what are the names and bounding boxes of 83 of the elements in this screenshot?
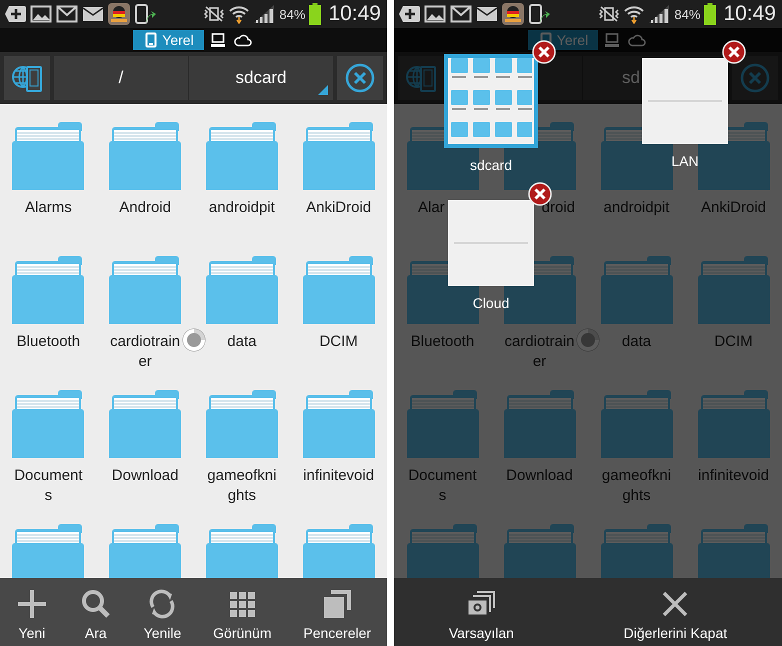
toolbar-button[interactable]: Pencereler: [301, 578, 374, 646]
clock-time: 10:49: [328, 2, 381, 26]
envelope-icon: [476, 6, 498, 22]
folder-name: Android: [118, 198, 172, 218]
folder-name: data: [620, 332, 652, 352]
window-label: sdcard: [470, 157, 512, 173]
folder-name: cardiotrainer: [109, 332, 182, 372]
plus-notification-icon: [4, 4, 26, 24]
flag-app-icon: [108, 3, 130, 25]
search-icon: [80, 588, 112, 620]
storage-button[interactable]: [4, 56, 50, 100]
vibrate-mute-icon: [203, 5, 226, 23]
window-thumbnail[interactable]: [448, 200, 534, 286]
toolbar-button[interactable]: Diğerlerini Kapat: [622, 578, 730, 646]
device-icon: [145, 32, 158, 48]
close-badge-icon[interactable]: [722, 40, 746, 64]
globe-device-icon: [11, 63, 43, 93]
folder-name: androidpit: [208, 198, 276, 218]
folder-name: AnkiDroid: [700, 198, 768, 218]
clock-time: 10:49: [723, 2, 776, 26]
dropdown-corner-icon: [318, 85, 328, 95]
folder-name: Alar: [418, 198, 445, 218]
folder-name: Bluetooth: [16, 332, 82, 352]
folder-name: androidpit: [602, 198, 670, 218]
close-badge-icon[interactable]: [532, 40, 556, 64]
toolbar-button[interactable]: Yeni: [14, 578, 50, 646]
folder-name: AnkiDroid: [305, 198, 372, 218]
mail-m-icon: [450, 5, 472, 23]
vibrate-mute-icon: [598, 5, 620, 23]
battery-icon: [704, 3, 716, 25]
window-label: Cloud: [472, 295, 510, 311]
toolbar-button[interactable]: Ara: [78, 578, 114, 646]
wifi-icon: [229, 4, 250, 24]
image-icon: [424, 5, 446, 23]
window-thumbnail[interactable]: [642, 58, 728, 144]
battery-percentage: 84%: [279, 6, 306, 22]
folder-name: Download: [110, 466, 180, 486]
flag-app-icon: [502, 3, 524, 25]
toolbar-button[interactable]: Yenile: [142, 578, 184, 646]
folder-name: cardiotrainer: [503, 332, 576, 372]
window-thumbnail[interactable]: [444, 54, 538, 148]
cloud-icon: [234, 33, 252, 47]
folder-name: Bluetooth: [410, 332, 476, 352]
folder-name: Documents: [13, 466, 84, 506]
window-label: LAN: [671, 153, 699, 169]
loading-spinner-icon: [182, 328, 206, 352]
phone-upload-icon: [528, 3, 550, 25]
battery-percentage: 84%: [674, 6, 700, 22]
computer-icon: [604, 32, 620, 48]
windows-icon: [321, 588, 354, 620]
close-button[interactable]: [337, 56, 383, 100]
globe-device-icon: [405, 63, 437, 93]
plus-icon: [16, 588, 48, 620]
folder-name: data: [226, 332, 258, 352]
folder-name: Download: [505, 466, 574, 486]
wifi-icon: [624, 4, 644, 24]
image-icon: [30, 5, 52, 23]
loading-spinner-icon: [576, 328, 600, 352]
location-tab[interactable]: Yerel: [133, 30, 204, 50]
folder-name: infinitevoid: [697, 466, 770, 486]
mail-m-icon: [56, 5, 78, 23]
plus-notification-icon: [398, 4, 420, 24]
battery-icon: [309, 3, 322, 25]
signal-icon: [253, 4, 276, 24]
folder-name: droid: [542, 198, 575, 218]
close-circle-icon: [740, 63, 770, 93]
toolbar-button[interactable]: Görünüm: [211, 578, 274, 646]
folder-name: gameofknights: [206, 466, 278, 506]
path-segment[interactable]: /: [54, 56, 188, 100]
folder-name: infinitevoid: [302, 466, 376, 486]
toolbar-button[interactable]: Varsayılan: [446, 578, 516, 646]
folder-name: Documents: [407, 466, 478, 506]
folder-name: DCIM: [318, 332, 359, 352]
envelope-icon: [82, 6, 104, 22]
close-circle-icon: [345, 63, 375, 93]
signal-icon: [648, 4, 670, 24]
path-segment[interactable]: sdcard: [188, 56, 333, 100]
folder-name: Alarms: [24, 198, 73, 218]
folder-name: gameofknights: [600, 466, 672, 506]
phone-upload-icon: [134, 3, 156, 25]
computer-icon: [210, 32, 226, 48]
cloud-icon: [628, 33, 646, 47]
folder-name: DCIM: [713, 332, 754, 352]
